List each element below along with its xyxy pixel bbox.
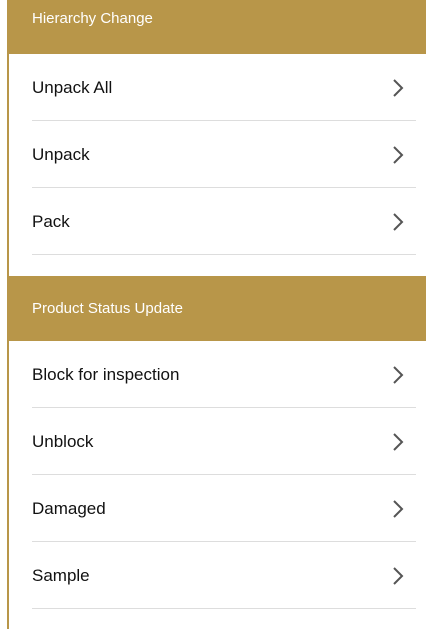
product-status-update-list: Block for inspection Unblock Damaged Sam…	[9, 341, 426, 609]
menu-item-label: Unpack	[32, 144, 90, 164]
menu-item-damaged[interactable]: Damaged	[9, 475, 426, 542]
section-header-hierarchy-change: Hierarchy Change	[9, 0, 426, 54]
menu-item-label: Damaged	[32, 498, 106, 518]
menu-screen: Hierarchy Change Unpack All Unpack Pack …	[0, 0, 426, 629]
menu-item-pack[interactable]: Pack	[9, 188, 426, 255]
chevron-right-icon	[392, 145, 404, 165]
menu-item-block-for-inspection[interactable]: Block for inspection	[9, 341, 426, 408]
menu-item-label: Pack	[32, 211, 70, 231]
menu-item-label: Unpack All	[32, 77, 113, 97]
menu-item-label: Unblock	[32, 431, 94, 451]
left-edge-strip	[0, 0, 9, 629]
chevron-right-icon	[392, 566, 404, 586]
section-title: Hierarchy Change	[32, 10, 153, 27]
menu-item-unblock[interactable]: Unblock	[9, 408, 426, 475]
menu-item-unpack[interactable]: Unpack	[9, 121, 426, 188]
menu-item-sample[interactable]: Sample	[9, 542, 426, 609]
chevron-right-icon	[392, 78, 404, 98]
section-title: Product Status Update	[32, 300, 183, 317]
chevron-right-icon	[392, 212, 404, 232]
menu-item-unpack-all[interactable]: Unpack All	[9, 54, 426, 121]
chevron-right-icon	[392, 499, 404, 519]
menu-item-label: Block for inspection	[32, 364, 180, 384]
section-header-product-status-update: Product Status Update	[9, 276, 426, 341]
chevron-right-icon	[392, 432, 404, 452]
menu-item-label: Sample	[32, 565, 90, 585]
chevron-right-icon	[392, 365, 404, 385]
hierarchy-change-list: Unpack All Unpack Pack	[9, 54, 426, 255]
